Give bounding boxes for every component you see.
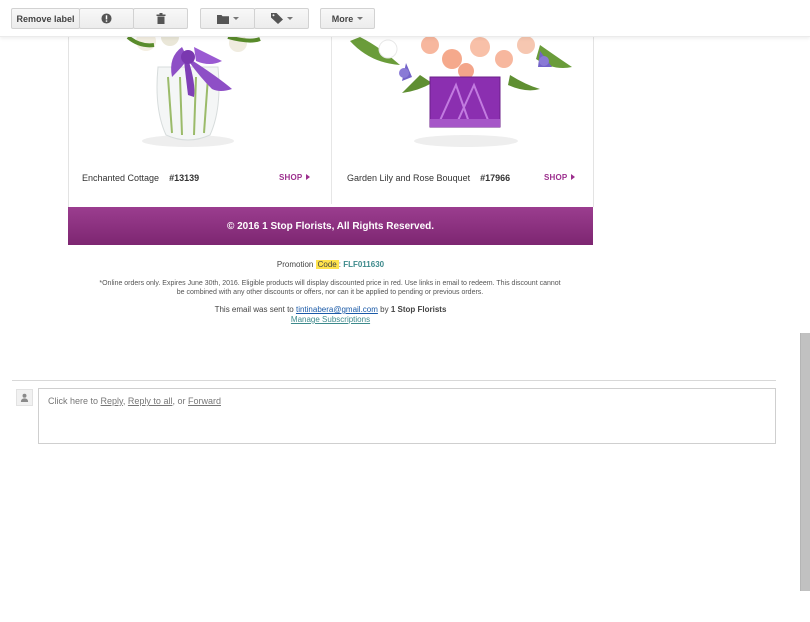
product-code: #13139 [169, 173, 200, 183]
sent-by: by [380, 305, 389, 314]
message-divider [12, 380, 776, 381]
reply-or: , or [172, 396, 186, 406]
remove-label-button[interactable]: Remove label [11, 8, 80, 29]
disclaimer: *Online orders only. Expires June 30th, … [80, 279, 580, 297]
sender-name: 1 Stop Florists [390, 305, 447, 314]
promotion-code: FLF011630 [343, 260, 385, 269]
copyright-banner: © 2016 1 Stop Florists, All Rights Reser… [68, 207, 593, 245]
product-code: #17966 [480, 173, 511, 183]
more-button[interactable]: More [320, 8, 375, 29]
chevron-down-icon [232, 17, 239, 20]
label-tag-icon [270, 13, 283, 24]
reply-prefix: Click here to [48, 396, 99, 406]
manage-subscriptions-link[interactable]: Manage Subscriptions [291, 315, 370, 324]
product-label[interactable]: Garden Lily and Rose Bouquet #17966 [347, 173, 510, 183]
product-image-garden-lily-rose[interactable] [340, 37, 580, 152]
chevron-down-icon [286, 17, 293, 20]
product-label[interactable]: Enchanted Cottage #13139 [82, 173, 199, 183]
recipient-email-link[interactable]: tintinabera@gmail.com [296, 305, 378, 314]
delete-button[interactable] [133, 8, 188, 29]
shop-link[interactable]: SHOP [279, 173, 311, 182]
reply-box[interactable]: Click here to Reply, Reply to all, or Fo… [38, 388, 776, 444]
shop-label: SHOP [279, 173, 303, 182]
product-name: Garden Lily and Rose Bouquet [347, 173, 471, 183]
report-spam-icon [101, 13, 112, 24]
shop-link[interactable]: SHOP [544, 173, 576, 182]
move-to-button[interactable] [200, 8, 255, 29]
promotion-label: Promotion [276, 260, 314, 269]
scrollbar-thumb[interactable] [800, 333, 810, 591]
disclaimer-line: be combined with any other discounts or … [176, 289, 484, 296]
code-highlight: Code [315, 260, 339, 269]
shop-label: SHOP [544, 173, 568, 182]
reply-all-link[interactable]: Reply to all [128, 396, 173, 406]
person-icon [20, 393, 29, 402]
labels-button[interactable] [254, 8, 309, 29]
play-arrow-icon [571, 174, 576, 180]
delete-icon [156, 13, 165, 24]
reply-link[interactable]: Reply [101, 396, 123, 406]
product-name: Enchanted Cottage [82, 173, 160, 183]
copyright-text: © 2016 1 Stop Florists, All Rights Reser… [226, 220, 435, 232]
avatar [16, 389, 33, 406]
toolbar: Remove label More [0, 0, 810, 37]
sent-prefix: This email was sent to [214, 305, 294, 314]
product-image-enchanted-cottage[interactable] [110, 37, 270, 152]
report-spam-button[interactable] [79, 8, 134, 29]
chevron-down-icon [357, 17, 364, 20]
promotion-code-line: Promotion Code: FLF011630 [68, 260, 593, 269]
more-label: More [331, 13, 354, 24]
play-arrow-icon [306, 174, 311, 180]
disclaimer-line: *Online orders only. Expires June 30th, … [99, 280, 561, 287]
product-divider [331, 37, 332, 204]
folder-icon [216, 14, 229, 24]
reply-comma: , [122, 396, 126, 406]
promo-separator: : [338, 260, 341, 269]
sent-notice: This email was sent to tintinabera@gmail… [68, 305, 593, 325]
forward-link[interactable]: Forward [188, 396, 221, 406]
